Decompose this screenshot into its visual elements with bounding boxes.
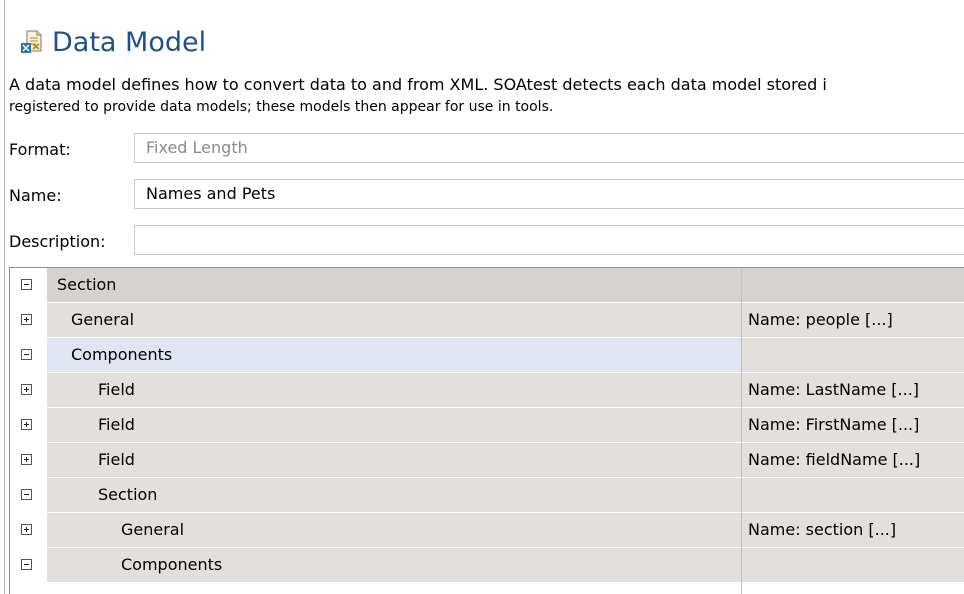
tree-row-value: [742, 338, 964, 372]
collapse-icon[interactable]: [21, 559, 32, 570]
tree-row[interactable]: Section: [10, 268, 964, 303]
toggle-cell: [10, 373, 46, 407]
tree-row[interactable]: Field Name: LastName [...]: [10, 373, 964, 408]
description-line-1: A data model defines how to convert data…: [9, 75, 827, 94]
collapse-icon[interactable]: [21, 349, 32, 360]
tree-row-value: Name: LastName [...]: [742, 373, 964, 407]
tree-row-label: Field: [47, 443, 741, 477]
toggle-cell: [10, 513, 46, 547]
tree-row-value: [742, 548, 964, 582]
name-label: Name:: [9, 185, 62, 205]
expand-icon[interactable]: [21, 419, 32, 430]
tree-row-value: [742, 268, 964, 302]
toggle-cell: [10, 478, 46, 512]
name-row: Name: Names and Pets: [9, 178, 964, 212]
expand-icon[interactable]: [21, 384, 32, 395]
tree-row-label: General: [47, 303, 741, 337]
format-label: Format:: [9, 139, 71, 159]
xml-data-model-icon: [20, 29, 44, 55]
toggle-cell: [10, 338, 46, 372]
tree-row[interactable]: General Name: section [...]: [10, 513, 964, 548]
data-model-tree[interactable]: Section General Name: people [...] Compo…: [9, 267, 964, 594]
tree-row-label: Section: [47, 268, 741, 302]
tree-row-value: Name: people [...]: [742, 303, 964, 337]
expand-icon[interactable]: [21, 454, 32, 465]
tree-row-label: General: [47, 513, 741, 547]
tree-row-label: Components: [47, 338, 741, 372]
tree-row[interactable]: Section: [10, 478, 964, 513]
page-title: Data Model: [52, 26, 207, 58]
editor-header: Data Model: [20, 22, 206, 62]
toggle-cell: [10, 548, 46, 582]
editor-left-border: [4, 0, 5, 594]
toggle-cell: [10, 303, 46, 337]
toggle-cell: [10, 408, 46, 442]
tree-row[interactable]: Components: [10, 338, 964, 373]
tree-row[interactable]: Field Name: fieldName [...]: [10, 443, 964, 478]
name-field[interactable]: Names and Pets: [134, 179, 964, 209]
format-row: Format: Fixed Length: [9, 132, 964, 166]
tree-row-label: Components: [47, 548, 741, 582]
collapse-icon[interactable]: [21, 279, 32, 290]
description-text: A data model defines how to convert data…: [9, 74, 964, 118]
tree-row-label: Field: [47, 408, 741, 442]
tree-row-label: Section: [47, 478, 741, 512]
tree-row-value: Name: fieldName [...]: [742, 443, 964, 477]
format-field: Fixed Length: [134, 133, 964, 163]
expand-icon[interactable]: [21, 524, 32, 535]
tree-row-value: Name: FirstName [...]: [742, 408, 964, 442]
collapse-icon[interactable]: [21, 489, 32, 500]
tree-row[interactable]: General Name: people [...]: [10, 303, 964, 338]
expand-icon[interactable]: [21, 314, 32, 325]
description-line-2: registered to provide data models; these…: [9, 99, 554, 115]
tree-row-value: Name: section [...]: [742, 513, 964, 547]
toggle-cell: [10, 443, 46, 477]
toggle-cell: [10, 268, 46, 302]
description-label: Description:: [9, 231, 106, 251]
description-field[interactable]: [134, 225, 964, 255]
description-row: Description:: [9, 224, 964, 258]
tree-row-label: Field: [47, 373, 741, 407]
tree-row[interactable]: Field Name: FirstName [...]: [10, 408, 964, 443]
tree-row[interactable]: Components: [10, 548, 964, 583]
tree-row-value: [742, 478, 964, 512]
